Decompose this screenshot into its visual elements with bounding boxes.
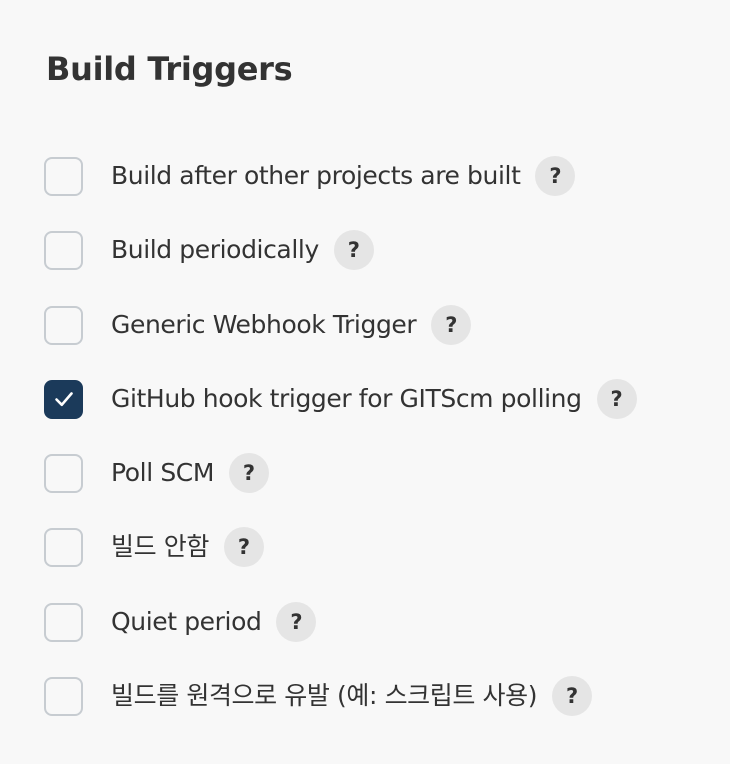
- checkbox-generic-webhook-trigger[interactable]: [44, 305, 83, 345]
- option-label[interactable]: 빌드 안함: [111, 524, 209, 570]
- checkbox-trigger-builds-remotely[interactable]: [44, 676, 83, 716]
- option-github-hook-trigger: GitHub hook trigger for GITScm polling ?: [44, 376, 637, 422]
- checkbox-build-periodically[interactable]: [44, 230, 83, 270]
- option-build-after-other-projects: Build after other projects are built ?: [44, 153, 576, 199]
- checkbox-poll-scm[interactable]: [44, 453, 83, 493]
- help-button[interactable]: ?: [276, 602, 317, 642]
- option-generic-webhook-trigger: Generic Webhook Trigger ?: [44, 302, 472, 348]
- checkbox-quiet-period[interactable]: [44, 602, 83, 642]
- option-label[interactable]: 빌드를 원격으로 유발 (예: 스크립트 사용): [111, 673, 537, 719]
- option-build-periodically: Build periodically ?: [44, 227, 374, 273]
- section-title: Build Triggers: [46, 50, 293, 88]
- option-label[interactable]: Generic Webhook Trigger: [111, 302, 417, 348]
- help-button[interactable]: ?: [535, 156, 576, 196]
- option-label[interactable]: Quiet period: [111, 599, 262, 645]
- checkbox-build-after-other-projects[interactable]: [44, 156, 83, 196]
- option-label[interactable]: GitHub hook trigger for GITScm polling: [111, 376, 582, 422]
- checkbox-github-hook-trigger[interactable]: [44, 379, 83, 419]
- checkbox-disable-build[interactable]: [44, 527, 83, 567]
- check-icon: [54, 392, 73, 407]
- option-label[interactable]: Build periodically: [111, 227, 319, 273]
- option-label[interactable]: Build after other projects are built: [111, 153, 521, 199]
- help-button[interactable]: ?: [223, 527, 264, 567]
- option-label[interactable]: Poll SCM: [111, 450, 214, 496]
- option-quiet-period: Quiet period ?: [44, 599, 317, 645]
- help-button[interactable]: ?: [552, 676, 593, 716]
- option-poll-scm: Poll SCM ?: [44, 450, 270, 496]
- help-button[interactable]: ?: [431, 305, 472, 345]
- help-button[interactable]: ?: [596, 379, 637, 419]
- help-button[interactable]: ?: [333, 230, 374, 270]
- option-disable-build: 빌드 안함 ?: [44, 524, 264, 570]
- help-button[interactable]: ?: [229, 453, 270, 493]
- option-trigger-builds-remotely: 빌드를 원격으로 유발 (예: 스크립트 사용) ?: [44, 673, 593, 719]
